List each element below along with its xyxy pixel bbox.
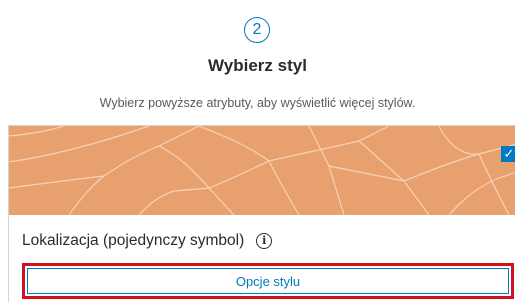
style-name: Lokalizacja (pojedynczy symbol) xyxy=(22,232,245,249)
map-lines-graphic xyxy=(9,126,515,215)
style-thumbnail[interactable]: ✓ xyxy=(9,126,515,215)
step-number-badge: 2 xyxy=(244,17,270,43)
style-selection-panel: 2 Wybierz styl Wybierz powyższe atrybuty… xyxy=(0,0,515,302)
selected-checkbox[interactable]: ✓ xyxy=(501,146,515,162)
step-title: Wybierz styl xyxy=(208,56,307,75)
step-description: Wybierz powyższe atrybuty, aby wyświetli… xyxy=(99,96,416,110)
info-icon[interactable]: i xyxy=(256,233,273,249)
highlight-box xyxy=(22,263,514,299)
style-name-row: Lokalizacja (pojedynczy symbol) i xyxy=(22,232,273,250)
checkmark-icon: ✓ xyxy=(503,146,515,161)
